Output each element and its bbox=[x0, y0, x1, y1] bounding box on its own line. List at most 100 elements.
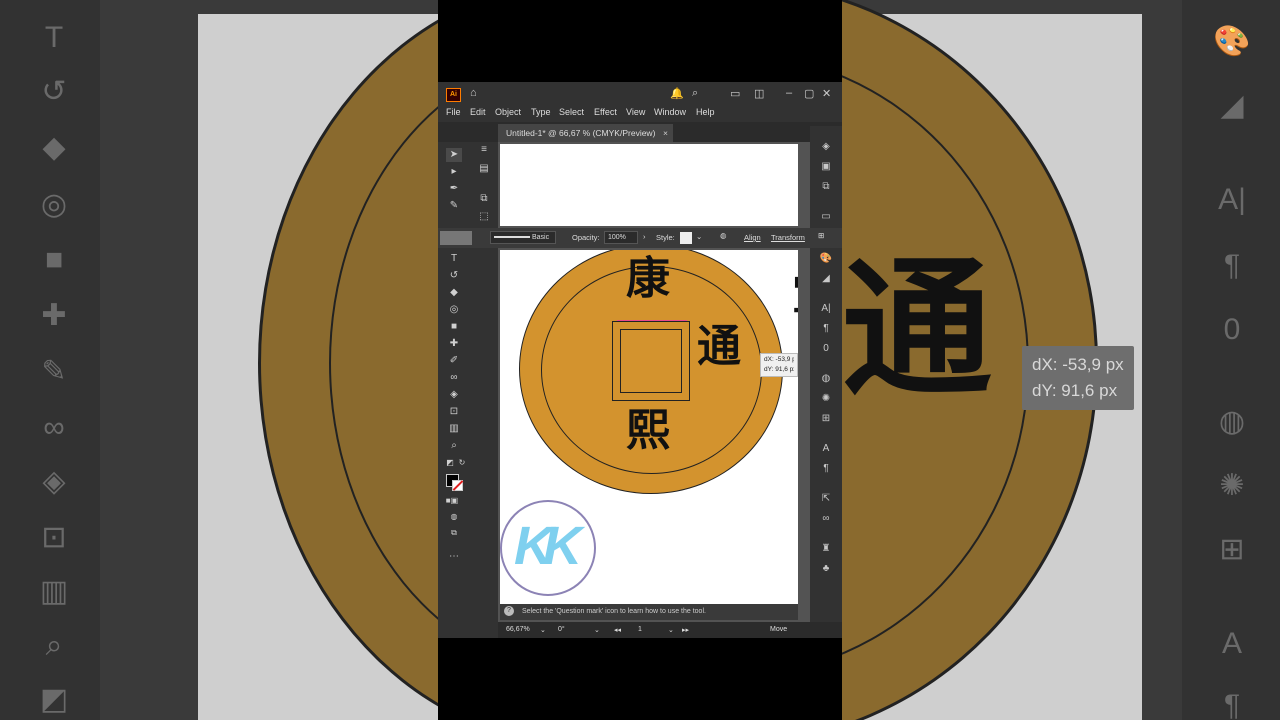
menu-object[interactable]: Object bbox=[495, 107, 521, 117]
question-mark-icon[interactable]: ? bbox=[504, 606, 514, 617]
opacity-arrow-icon[interactable]: › bbox=[643, 232, 646, 241]
symbol-sprayer-tool-icon[interactable]: ◈ bbox=[446, 388, 462, 402]
recolor-icon[interactable]: ◍ bbox=[720, 231, 727, 240]
align-panel-icon[interactable]: ▤ bbox=[476, 162, 492, 176]
appearance-panel-icon[interactable]: ✺ bbox=[818, 392, 834, 406]
artboard-upper[interactable] bbox=[500, 144, 798, 226]
minimize-icon[interactable]: – bbox=[786, 87, 792, 99]
close-tab-icon[interactable]: × bbox=[663, 124, 668, 142]
menu-select[interactable]: Select bbox=[559, 107, 584, 117]
more-tools-icon[interactable]: ⋯ bbox=[446, 550, 462, 564]
maximize-icon[interactable]: ▢ bbox=[804, 87, 814, 100]
menu-type[interactable]: Type bbox=[531, 107, 551, 117]
zoom-dropdown-icon[interactable]: ⌄ bbox=[540, 626, 546, 634]
blend-tool-icon[interactable]: ∞ bbox=[446, 371, 462, 385]
puppet-warp-icon[interactable]: ♜ bbox=[818, 542, 834, 556]
selection-tool-icon[interactable]: ➤ bbox=[446, 148, 462, 162]
kk-logo[interactable]: KK bbox=[500, 500, 596, 596]
glyphs-panel-icon[interactable]: A bbox=[818, 442, 834, 456]
transform-panel-icon: ⊞ bbox=[1219, 533, 1245, 566]
transform-panel-icon[interactable]: ⬚ bbox=[476, 210, 492, 224]
rotation-dropdown-icon[interactable]: ⌄ bbox=[594, 626, 600, 634]
coin-char-bottom[interactable]: 熙 bbox=[626, 409, 670, 453]
control-bar-options-icon[interactable]: ⊞ bbox=[818, 231, 824, 240]
direct-selection-tool-icon[interactable]: ▸ bbox=[446, 165, 462, 179]
transparency-panel-icon[interactable]: ◍ bbox=[818, 372, 834, 386]
rotation-value[interactable]: 0° bbox=[558, 626, 565, 633]
opacity-field[interactable]: 100% bbox=[604, 231, 638, 244]
home-icon[interactable]: ⌂ bbox=[470, 87, 477, 99]
arrange-documents-icon[interactable]: ▭ bbox=[730, 87, 740, 100]
coin-shape[interactable]: 康 通 熙 bbox=[519, 250, 783, 494]
color-mode-icon[interactable]: ■▣ bbox=[444, 494, 460, 508]
pencil-tool-icon[interactable]: ✎ bbox=[446, 199, 462, 213]
notification-icon[interactable]: 🔔 bbox=[670, 87, 684, 100]
zoom-level[interactable]: 66,67% bbox=[506, 626, 530, 633]
document-tab-row: Untitled-1* @ 66,67 % (CMYK/Preview) × bbox=[438, 122, 842, 142]
menu-view[interactable]: View bbox=[626, 107, 645, 117]
graph-tool-icon[interactable]: ▥ bbox=[446, 422, 462, 436]
style-label: Style: bbox=[656, 233, 675, 242]
workspace-icon[interactable]: ◫ bbox=[754, 87, 764, 100]
rotate-tool-icon[interactable]: ↺ bbox=[446, 269, 462, 283]
coin-square-hole-inner[interactable] bbox=[620, 329, 682, 393]
menu-help[interactable]: Help bbox=[696, 107, 715, 117]
menu-window[interactable]: Window bbox=[654, 107, 686, 117]
color-panel-icon[interactable]: 🎨 bbox=[818, 252, 834, 266]
stroke-swatch[interactable] bbox=[452, 480, 464, 491]
swap-colors-icon[interactable]: ↻ bbox=[454, 456, 470, 470]
artboard-nav-next-icon[interactable]: ▸▸ bbox=[682, 626, 689, 634]
draw-mode-icon[interactable]: ◍ bbox=[446, 510, 462, 524]
menu-effect[interactable]: Effect bbox=[594, 107, 617, 117]
opentype-panel-icon[interactable]: 0 bbox=[818, 342, 834, 356]
type-tool-icon[interactable]: T bbox=[446, 252, 462, 266]
layers-panel-icon[interactable]: ◈ bbox=[818, 140, 834, 154]
swatches-panel-icon[interactable]: ◢ bbox=[818, 272, 834, 286]
style-dropdown-icon[interactable]: ⌄ bbox=[696, 232, 702, 241]
status-bar: 66,67% ⌄ 0° ⌄ ◂◂ 1 ⌄ ▸▸ Move bbox=[498, 622, 842, 638]
search-icon[interactable]: ⌕ bbox=[692, 87, 698, 100]
stroke-profile-select[interactable]: Basic bbox=[490, 231, 556, 244]
artboard-number[interactable]: 1 bbox=[638, 626, 642, 633]
symbols-panel-icon[interactable]: ♣ bbox=[818, 562, 834, 576]
character-panel-icon[interactable]: A| bbox=[818, 302, 834, 316]
mesh-tool-icon: ✚ bbox=[41, 299, 67, 332]
screen-mode-icon[interactable]: ⧉ bbox=[446, 526, 462, 540]
coin-char-top[interactable]: 康 bbox=[626, 257, 670, 301]
stroke-color-swatch[interactable] bbox=[440, 231, 472, 245]
properties-panel-icon[interactable]: ≡ bbox=[476, 143, 492, 157]
shape-builder-tool-icon[interactable]: ◎ bbox=[446, 303, 462, 317]
close-window-icon[interactable]: ✕ bbox=[822, 87, 831, 100]
transform-dock-icon[interactable]: ⊞ bbox=[818, 412, 834, 426]
menu-file[interactable]: File bbox=[446, 107, 461, 117]
transform-link[interactable]: Transform bbox=[771, 233, 805, 242]
align-link[interactable]: Align bbox=[744, 233, 761, 242]
artboard-dropdown-icon[interactable]: ⌄ bbox=[668, 626, 674, 634]
pen-tool-icon[interactable]: ✒ bbox=[446, 182, 462, 196]
style-swatch[interactable] bbox=[680, 232, 692, 244]
artboards-panel-icon[interactable]: ⧉ bbox=[818, 180, 834, 194]
zoom-tool-icon[interactable]: ⌕ bbox=[446, 439, 462, 453]
pathfinder-panel-icon[interactable]: ⧉ bbox=[476, 192, 492, 206]
glyphs-panel-icon: A bbox=[1221, 627, 1242, 660]
eraser-tool-icon[interactable]: ◆ bbox=[446, 286, 462, 300]
partial-char-right-edge[interactable]: 宝 bbox=[792, 258, 798, 322]
libraries-panel-icon[interactable]: ▣ bbox=[818, 160, 834, 174]
paragraph-panel-icon[interactable]: ¶ bbox=[818, 322, 834, 336]
links-panel-icon[interactable]: ∞ bbox=[818, 512, 834, 526]
coin-char-right[interactable]: 通 bbox=[697, 325, 741, 369]
gradient-panel-icon[interactable]: ▭ bbox=[818, 210, 834, 224]
artboard-tool-icon[interactable]: ⊡ bbox=[446, 405, 462, 419]
mesh-tool-icon[interactable]: ✚ bbox=[446, 337, 462, 351]
background-coin-ring bbox=[329, 51, 438, 675]
export-panel-icon[interactable]: ⇱ bbox=[818, 492, 834, 506]
document-tab[interactable]: Untitled-1* @ 66,67 % (CMYK/Preview) × bbox=[498, 124, 673, 142]
gradient-tool-icon[interactable]: ■ bbox=[446, 320, 462, 334]
character-panel-icon: A| bbox=[1218, 183, 1246, 216]
menu-edit[interactable]: Edit bbox=[470, 107, 486, 117]
hint-bar: ? Select the 'Question mark' icon to lea… bbox=[500, 604, 798, 620]
artboard-nav-prev-icon[interactable]: ◂◂ bbox=[614, 626, 621, 634]
artboard-main[interactable]: 康 通 熙 宝 dX: -53,9 px dY: 91,6 px KK bbox=[500, 250, 798, 604]
eyedropper-tool-icon[interactable]: ✐ bbox=[446, 354, 462, 368]
paragraph-styles-panel-icon[interactable]: ¶ bbox=[818, 462, 834, 476]
